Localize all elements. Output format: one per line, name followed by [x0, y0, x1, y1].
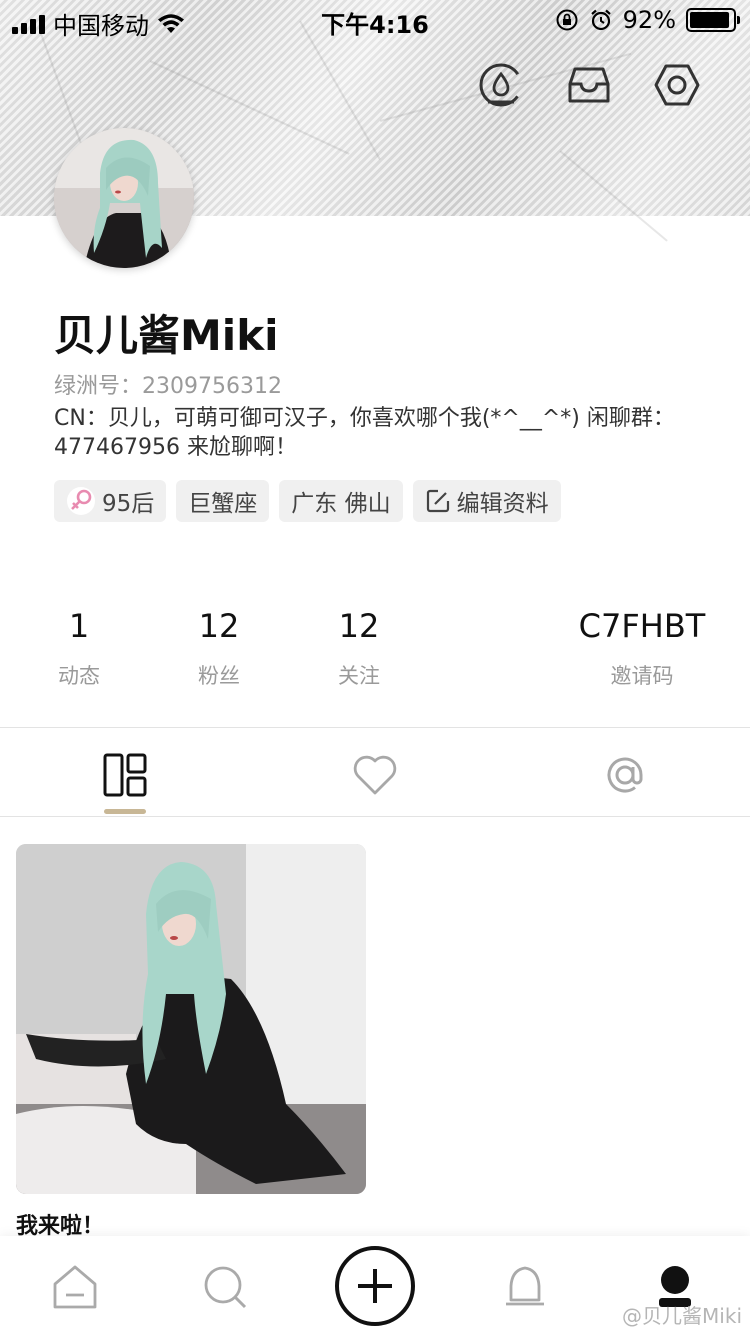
- stat-posts[interactable]: 1 动态: [44, 606, 114, 690]
- tab-likes[interactable]: [350, 750, 400, 800]
- status-bar: 中国移动 下午4:16 92%: [0, 0, 750, 40]
- edit-icon: [426, 489, 449, 513]
- search-icon: [204, 1266, 247, 1309]
- tab-posts[interactable]: [100, 750, 150, 800]
- watermark: @贝儿酱Miki: [622, 1304, 742, 1328]
- nav-home[interactable]: [50, 1262, 100, 1312]
- carrier-name: 中国移动: [53, 12, 149, 40]
- zodiac-tag: 巨蟹座: [176, 480, 270, 522]
- stat-posts-label: 动态: [58, 664, 100, 688]
- stat-fans-value: 12: [198, 607, 240, 645]
- settings-hexagon-icon[interactable]: [654, 62, 700, 108]
- nav-search[interactable]: [200, 1262, 250, 1312]
- zodiac-tag-label: 巨蟹座: [188, 491, 258, 517]
- avatar[interactable]: [54, 128, 194, 268]
- age-tag: 95后: [54, 480, 167, 522]
- battery-percent: 92%: [622, 6, 676, 34]
- tab-mentions[interactable]: [600, 750, 650, 800]
- battery-icon: [686, 8, 740, 32]
- divider: [0, 816, 750, 817]
- bio-text: CN：贝儿，可萌可御可汉子，你喜欢哪个我(*^__^*) 闲聊群：4774679…: [54, 406, 675, 460]
- oasis-id: 绿洲号：2309756312: [54, 374, 282, 399]
- stat-following-value: 12: [338, 607, 380, 645]
- alarm-icon: [590, 9, 611, 31]
- post-thumbnail[interactable]: [16, 844, 366, 1194]
- invite-code-label: 邀请码: [610, 664, 674, 688]
- wifi-icon: [158, 13, 184, 33]
- edit-profile-button[interactable]: 编辑资料: [412, 480, 561, 522]
- edit-profile-label: 编辑资料: [456, 491, 549, 517]
- stat-invite-code[interactable]: C7FHBT 邀请码: [568, 606, 716, 690]
- stat-following[interactable]: 12 关注: [324, 606, 394, 690]
- bell-icon: [506, 1266, 544, 1306]
- invite-code-value: C7FHBT: [578, 607, 706, 645]
- inbox-icon[interactable]: [566, 62, 612, 108]
- stat-following-label: 关注: [338, 664, 380, 688]
- location-tag: 广东 佛山: [279, 480, 403, 522]
- profile-stats: 1 动态 12 粉丝 12 关注 C7FHBT 邀请码: [0, 606, 750, 696]
- female-icon: [67, 487, 95, 515]
- add-icon: [358, 1269, 392, 1303]
- heart-icon: [353, 755, 397, 795]
- content-tabs: [0, 728, 750, 816]
- home-icon: [53, 1265, 97, 1309]
- username: 贝儿酱Miki: [54, 311, 279, 360]
- profile-tags: 95后 巨蟹座 广东 佛山 编辑资料: [54, 480, 561, 522]
- signal-icon: [12, 14, 45, 34]
- stat-fans-label: 粉丝: [198, 664, 240, 688]
- nav-add-button[interactable]: [335, 1246, 415, 1326]
- rotation-lock-icon: [556, 9, 578, 31]
- at-icon: [607, 757, 643, 793]
- nav-notifications[interactable]: [500, 1262, 550, 1312]
- location-tag-label: 广东 佛山: [291, 491, 391, 517]
- stat-fans[interactable]: 12 粉丝: [184, 606, 254, 690]
- grid-layout-icon: [103, 753, 147, 797]
- stat-posts-value: 1: [68, 607, 90, 645]
- active-tab-indicator: [104, 809, 146, 814]
- age-tag-label: 95后: [102, 491, 155, 517]
- water-drop-icon[interactable]: [478, 62, 524, 108]
